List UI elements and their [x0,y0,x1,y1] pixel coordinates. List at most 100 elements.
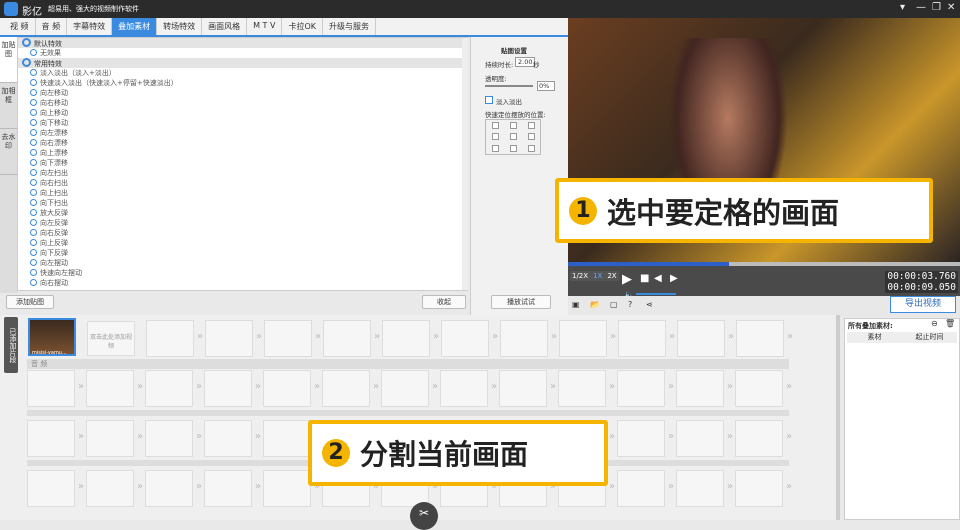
tab-5[interactable]: 画面风格 [202,18,248,35]
side-tab-1[interactable]: 加相框 [0,83,17,129]
track-slot[interactable] [145,420,202,457]
track-slot[interactable] [27,370,84,407]
speed-1x[interactable]: 1X [593,272,602,280]
speed-2x[interactable]: 2X [607,272,616,280]
track-slot[interactable] [204,420,261,457]
save-icon[interactable]: ▢ [610,300,618,309]
minimize-icon[interactable]: — [916,2,926,13]
side-tab-0[interactable]: 加贴图 [0,37,17,83]
tab-0[interactable]: 视 频 [4,18,36,35]
track-slot[interactable] [381,370,438,407]
side-tab-2[interactable]: 去水印 [0,129,17,175]
effect-item[interactable]: 向左扫出 [18,168,467,178]
track-slot[interactable] [441,320,498,357]
effect-item[interactable]: 向下移动 [18,118,467,128]
position-checkbox[interactable] [491,144,499,152]
stop-icon[interactable]: ■ [640,273,649,284]
effect-item[interactable]: 向左漂移 [18,128,467,138]
position-checkbox[interactable] [509,133,517,141]
effect-item[interactable]: 淡入淡出（淡入+淡出） [18,68,467,78]
track-slot[interactable] [500,320,557,357]
new-icon[interactable]: ▣ [572,300,580,309]
effect-item[interactable]: 向上移动 [18,108,467,118]
track-slot[interactable] [558,370,615,407]
effect-item[interactable]: 放大反弹 [18,208,467,218]
effect-item[interactable]: 向右扫出 [18,178,467,188]
track-slot[interactable] [146,320,203,357]
track-slot[interactable] [145,370,202,407]
track-slot[interactable] [263,470,320,507]
effect-item[interactable]: 向上漂移 [18,148,467,158]
effect-item[interactable]: 无效果 [18,48,467,58]
position-checkbox[interactable] [491,133,499,141]
track-slot[interactable] [735,470,792,507]
effect-item[interactable]: 向左移动 [18,88,467,98]
track-slot[interactable] [27,420,84,457]
track-slot[interactable] [617,420,674,457]
effect-item[interactable]: 向下反弹 [18,248,467,258]
trash-icon[interactable]: 🗑 [945,319,955,328]
track-slot[interactable] [145,470,202,507]
effect-item[interactable]: 向右摆动 [18,278,467,288]
share-icon[interactable]: ⋖ [646,300,653,309]
effect-group[interactable]: 默认特效 [18,38,467,48]
position-checkbox[interactable] [509,122,517,130]
track-slot[interactable] [735,370,792,407]
back-icon[interactable]: ⊖ [931,319,938,328]
track-slot[interactable] [86,470,143,507]
effect-item[interactable]: 向下扫出 [18,198,467,208]
track-slot[interactable] [676,470,733,507]
video-clip[interactable]: misisi-vamu... [28,318,76,356]
track-slot[interactable] [676,420,733,457]
effect-group[interactable]: 常用特效 [18,58,467,68]
track-slot[interactable] [322,370,379,407]
effect-item[interactable]: 向上反弹 [18,238,467,248]
collapse-button[interactable]: 收起 [422,295,466,309]
seek-bar[interactable] [568,262,960,266]
track-slot[interactable] [617,370,674,407]
next-frame-icon[interactable]: ▶ [670,273,678,284]
effect-item[interactable]: 向右漂移 [18,138,467,148]
fade-checkbox[interactable] [485,96,493,104]
track-slot[interactable] [617,470,674,507]
opacity-input[interactable]: 0% [537,81,555,91]
effect-item[interactable]: 向下漂移 [18,158,467,168]
track-slot[interactable] [676,370,733,407]
tab-6[interactable]: M T V [247,18,283,35]
position-checkbox[interactable] [491,122,499,130]
effect-item[interactable]: 向左反弹 [18,218,467,228]
position-checkbox[interactable] [527,133,535,141]
tab-1[interactable]: 音 频 [36,18,68,35]
track-slot[interactable] [27,470,84,507]
effect-item[interactable]: 快速淡入淡出（快速淡入+停留+快速淡出） [18,78,467,88]
effect-item[interactable]: 向右反弹 [18,228,467,238]
menu-dropdown-icon[interactable]: ▾ [900,2,905,13]
position-checkbox[interactable] [527,144,535,152]
restore-icon[interactable]: ❐ [932,2,941,13]
track-slot[interactable] [204,470,261,507]
track-slot[interactable] [204,370,261,407]
split-scissors-button[interactable]: ✂ [410,502,438,530]
opacity-slider[interactable] [485,85,533,87]
track-slot[interactable] [382,320,439,357]
open-folder-icon[interactable]: 📂 [590,300,600,309]
tab-4[interactable]: 转场特效 [157,18,203,35]
help-icon[interactable]: ? [628,300,632,309]
track-slot[interactable] [677,320,734,357]
track-slot[interactable] [323,320,380,357]
track-slot[interactable] [263,370,320,407]
volume-slider[interactable] [636,293,676,295]
effect-item[interactable]: 向上扫出 [18,188,467,198]
track-slot[interactable] [559,320,616,357]
track-slot[interactable] [264,320,321,357]
track-slot[interactable] [618,320,675,357]
add-sticker-button[interactable]: 添加贴图 [6,295,54,309]
position-checkbox[interactable] [509,144,517,152]
added-clips-tab[interactable]: 已添加片段 [4,317,18,373]
add-video-placeholder[interactable]: 双击此处添加视频 [87,321,135,356]
effect-item[interactable]: 向右移动 [18,98,467,108]
track-slot[interactable] [86,420,143,457]
tab-8[interactable]: 升级与服务 [323,18,376,35]
effect-item[interactable]: 快速向左摆动 [18,268,467,278]
play-test-button[interactable]: 播放试试 [491,295,551,309]
